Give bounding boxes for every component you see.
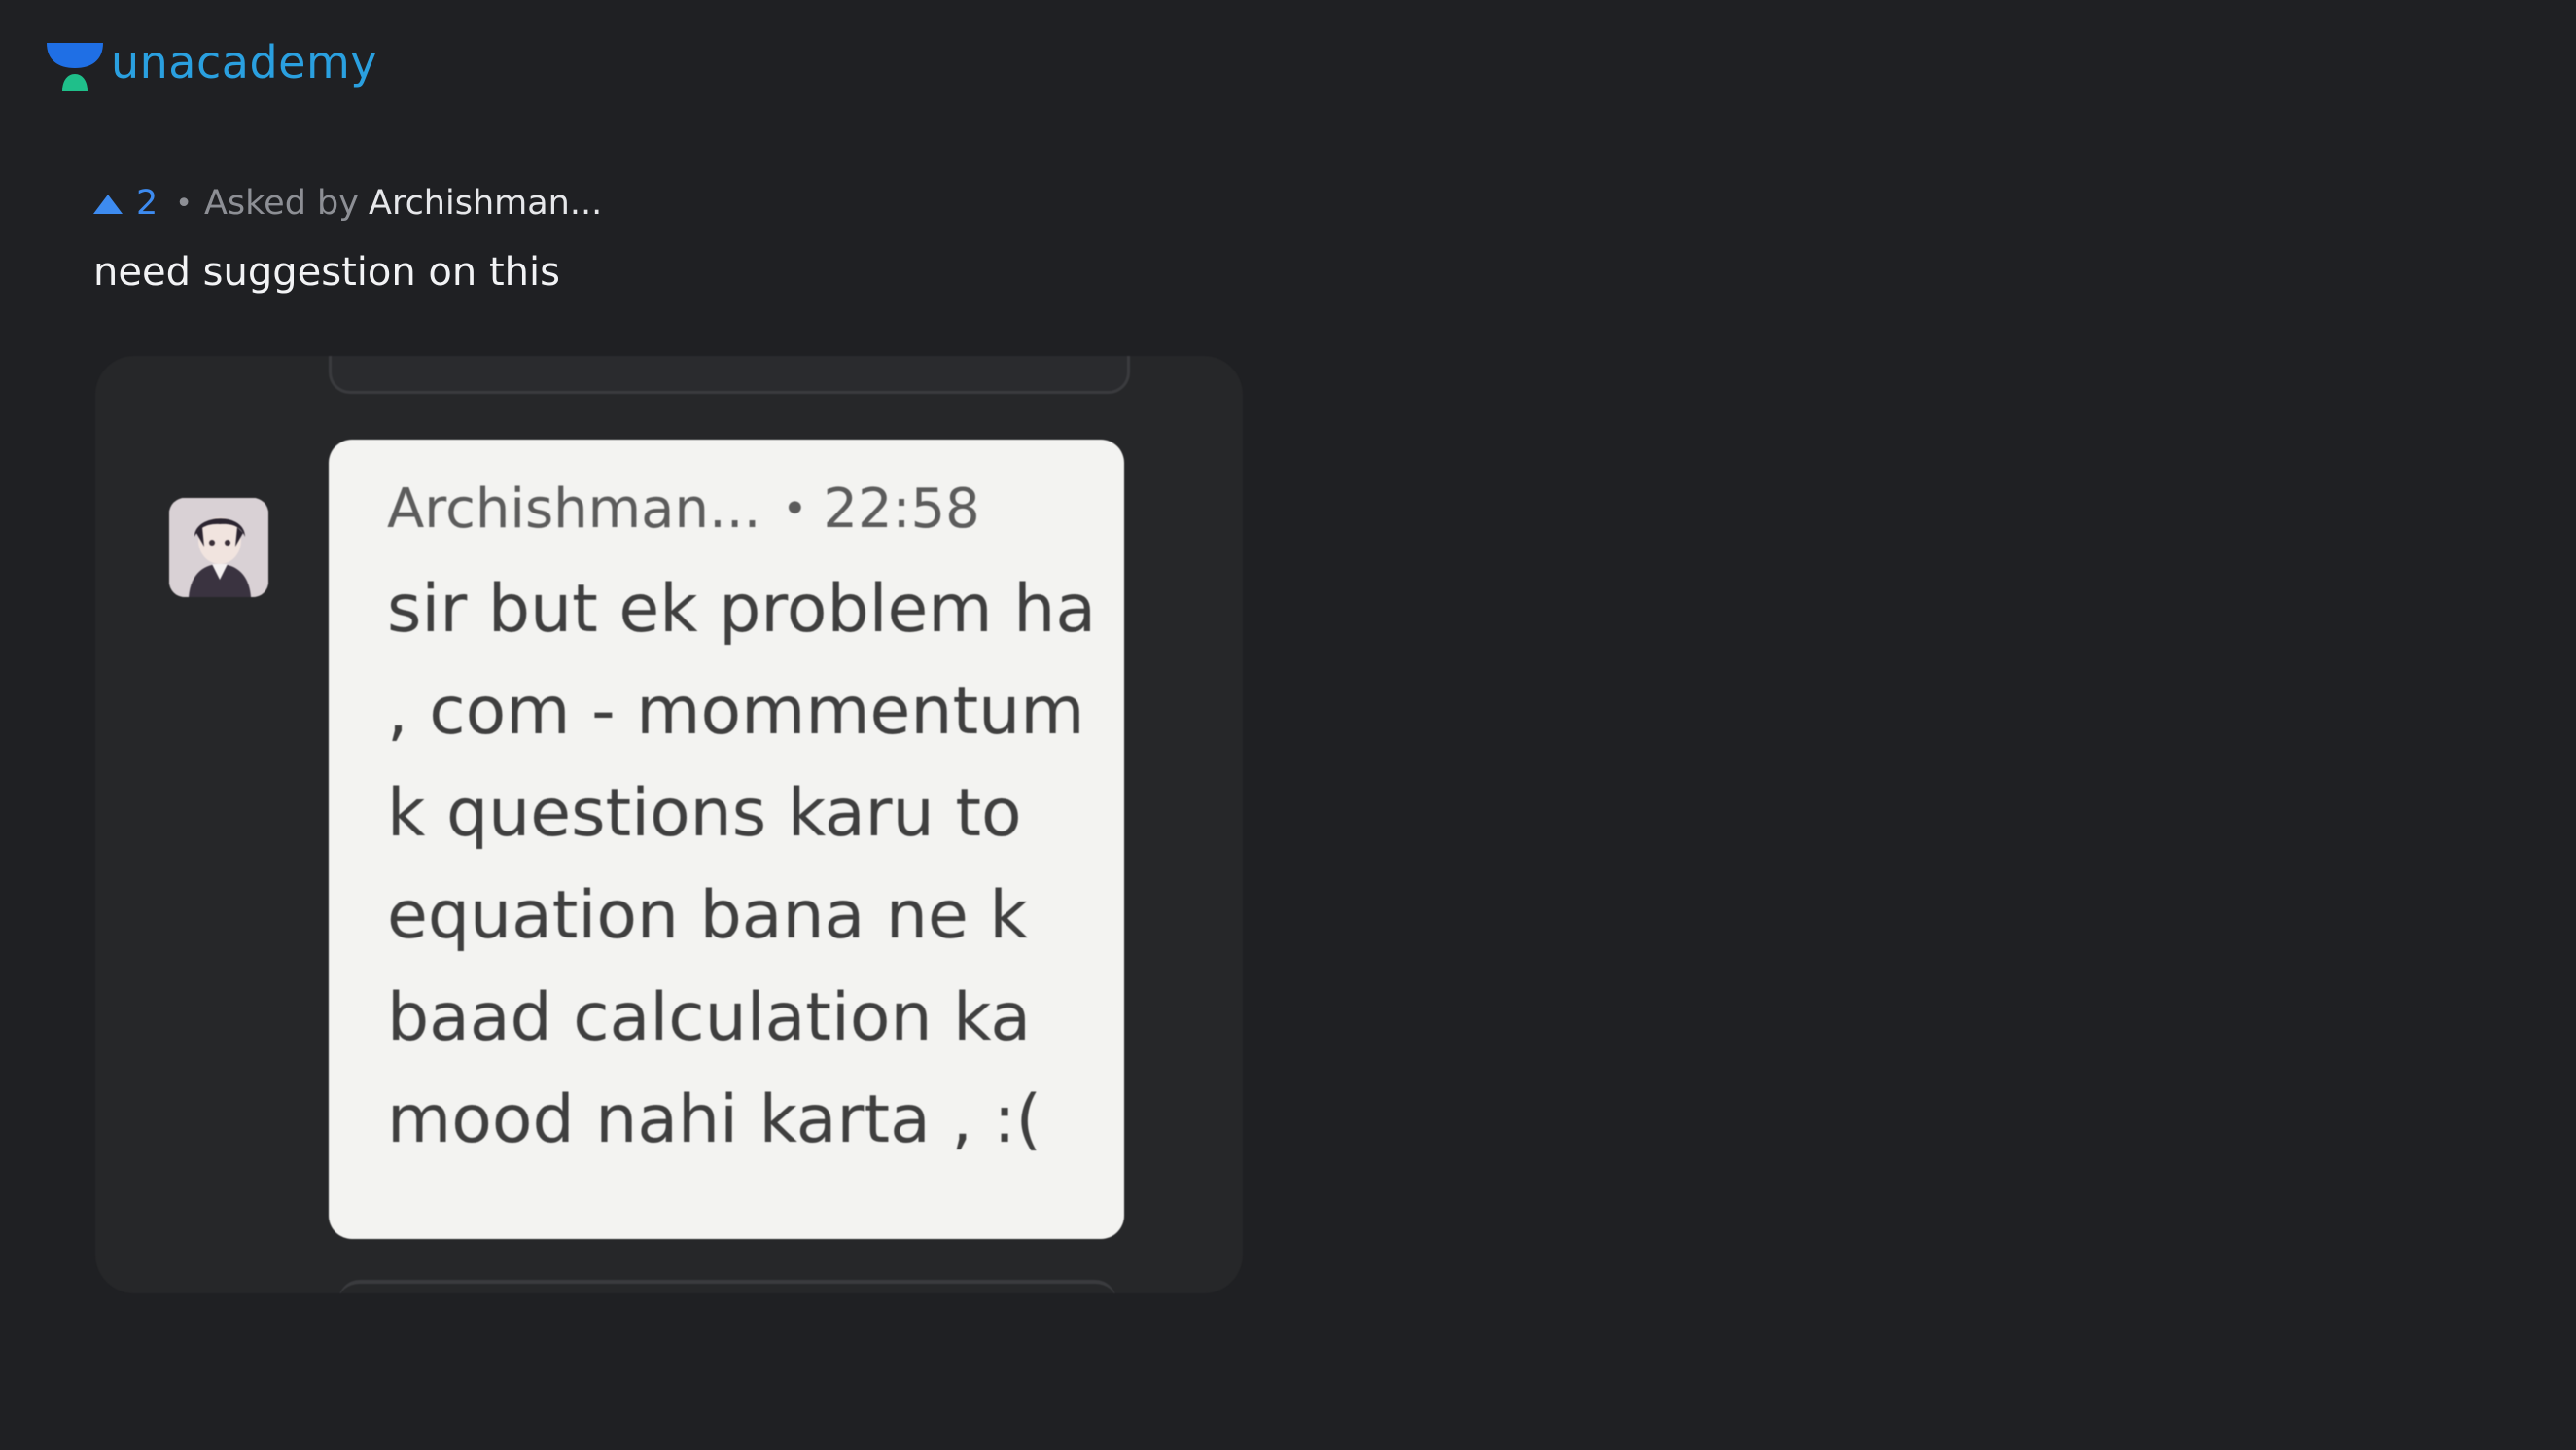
meta-separator: • <box>175 186 193 221</box>
message-line: k questions karu to <box>387 775 1022 852</box>
question-text: need suggestion on this <box>93 250 560 295</box>
previous-message-bubble <box>329 356 1130 394</box>
question-meta: 2 • Asked by Archishman... <box>93 187 602 221</box>
message-time: 22:58 <box>823 477 980 541</box>
avatar-portrait-icon <box>169 498 268 597</box>
brand-logo[interactable]: unacademy <box>45 39 377 93</box>
user-avatar <box>169 498 268 597</box>
message-line: , com - mommentum <box>387 673 1085 750</box>
message-text: sir but ek problem ha , com - mommentum … <box>387 558 1097 1171</box>
page: unacademy 2 • Asked by Archishman... nee… <box>0 0 2576 1450</box>
brand-name: unacademy <box>111 36 378 88</box>
message-line: baad calculation ka <box>387 979 1032 1056</box>
asked-by-label: Asked by <box>203 184 359 223</box>
message-line: mood nahi karta , :( <box>387 1081 1042 1158</box>
message-line: sir but ek problem ha <box>387 571 1097 648</box>
upvote-count: 2 <box>136 184 159 223</box>
message-header: Archishman... • 22:58 <box>387 482 1068 537</box>
upvote-button[interactable]: 2 <box>93 187 158 221</box>
message-separator: • <box>782 484 808 534</box>
unacademy-logo-icon <box>47 43 103 91</box>
message-author: Archishman... <box>387 477 761 541</box>
message-bubble: Archishman... • 22:58 sir but ek problem… <box>329 440 1124 1239</box>
question-attachment-image[interactable]: Archishman... • 22:58 sir but ek problem… <box>95 356 1243 1293</box>
triangle-up-icon <box>93 194 123 214</box>
next-message-bubble <box>338 1280 1116 1293</box>
asker-name[interactable]: Archishman... <box>369 187 602 221</box>
message-line: equation bana ne k <box>387 877 1028 954</box>
